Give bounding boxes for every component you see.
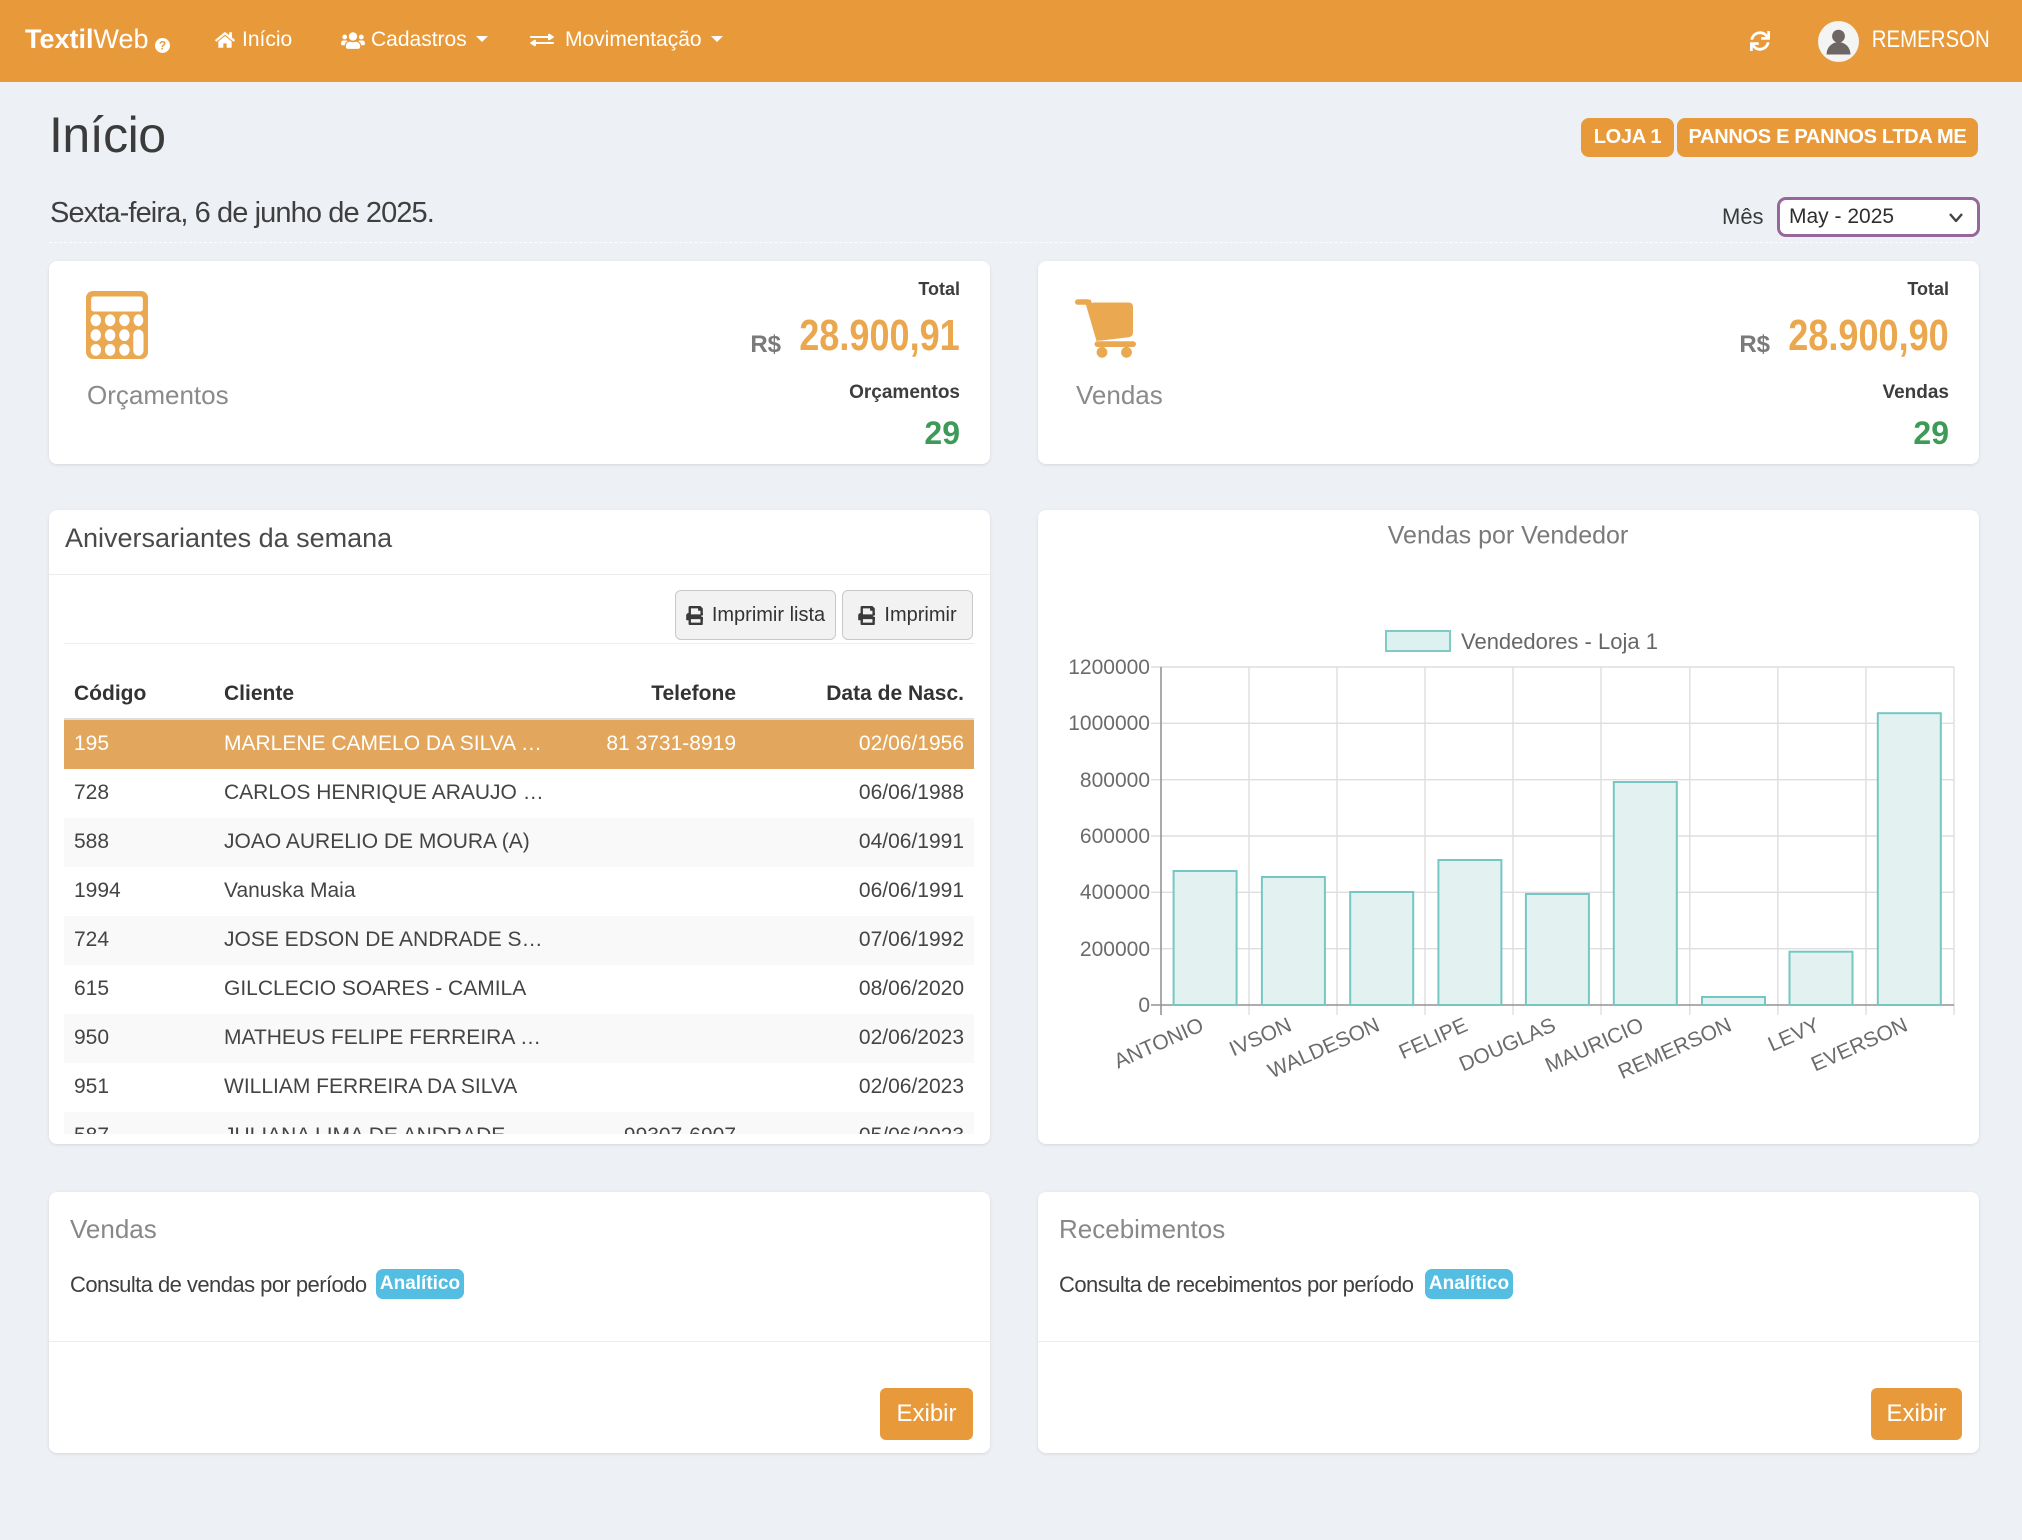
svg-text:1200000: 1200000 — [1068, 656, 1150, 679]
svg-text:Vendedores - Loja 1: Vendedores - Loja 1 — [1461, 629, 1658, 654]
svg-text:?: ? — [159, 39, 166, 53]
svg-text:1000000: 1000000 — [1068, 712, 1150, 735]
svg-text:400000: 400000 — [1080, 881, 1150, 904]
svg-text:EVERSON: EVERSON — [1808, 1014, 1911, 1077]
svg-text:ANTONIO: ANTONIO — [1111, 1014, 1207, 1074]
svg-text:DOUGLAS: DOUGLAS — [1456, 1014, 1559, 1077]
svg-text:200000: 200000 — [1080, 938, 1150, 961]
svg-text:800000: 800000 — [1080, 769, 1150, 792]
svg-text:0: 0 — [1138, 994, 1150, 1017]
svg-text:600000: 600000 — [1080, 825, 1150, 848]
svg-text:LEVY: LEVY — [1765, 1014, 1823, 1057]
svg-text:Vendas por Vendedor: Vendas por Vendedor — [1388, 522, 1628, 550]
